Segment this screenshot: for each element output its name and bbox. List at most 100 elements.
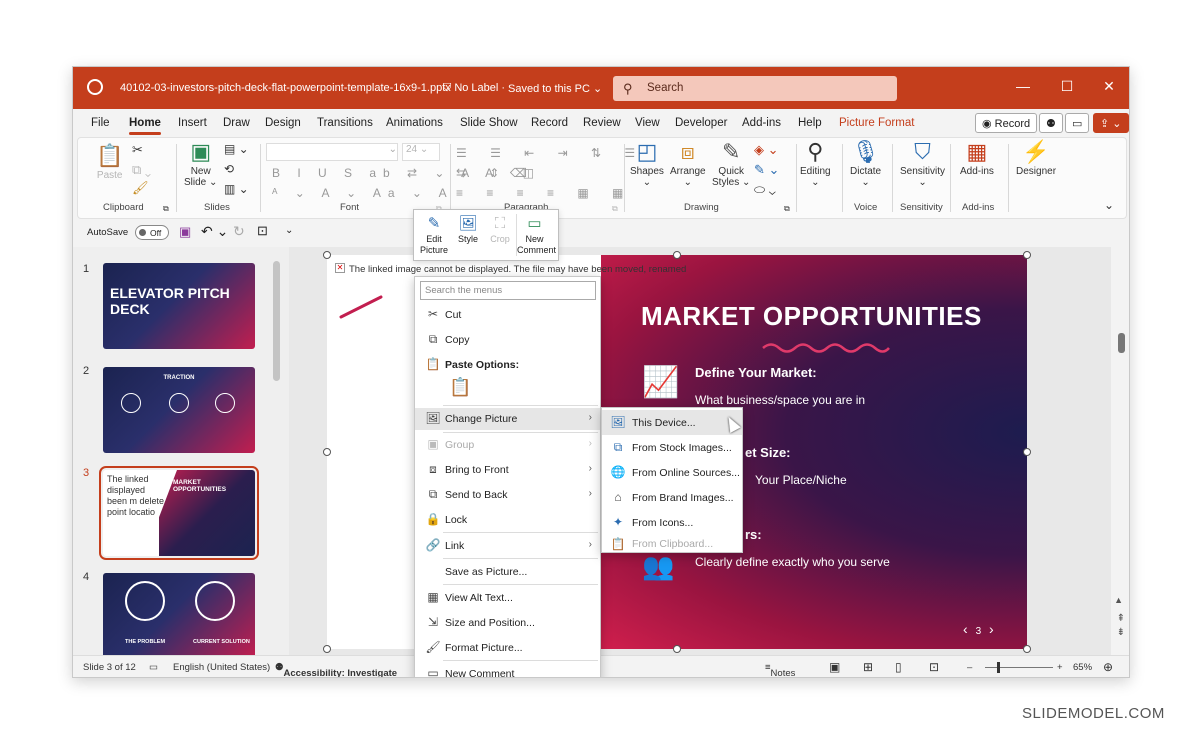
tab-help[interactable]: Help [798, 117, 822, 129]
resize-handle[interactable] [1023, 251, 1031, 259]
menu-format-picture[interactable]: 🖌 Format Picture... [415, 637, 600, 659]
menu-bring-to-front[interactable]: ⧈ Bring to Front › [415, 459, 600, 481]
resize-handle[interactable] [673, 251, 681, 259]
cut-icon[interactable]: ✂ [132, 142, 143, 158]
normal-view-icon[interactable]: ▣ [829, 660, 840, 674]
layout-icon[interactable]: ▤ ⌄ [224, 142, 249, 156]
new-comment-button[interactable]: ▭ New Comment [516, 214, 556, 256]
zoom-slider-thumb[interactable] [997, 662, 1000, 673]
save-status[interactable]: Saved to this PC ⌄ [508, 82, 602, 95]
undo-icon[interactable]: ↶ ⌄ [201, 223, 228, 240]
editing-button[interactable]: ⚲ Editing ⌄ [800, 140, 831, 189]
section-icon[interactable]: ▥ ⌄ [224, 182, 249, 196]
sensitivity-label[interactable]: ⛉ No Label · [443, 82, 505, 95]
size-heading[interactable]: et Size: [745, 445, 791, 460]
resize-handle[interactable] [323, 645, 331, 653]
zoom-level[interactable]: 65% [1073, 662, 1092, 673]
font-size-dropdown[interactable]: 24 ⌄ [402, 143, 440, 161]
tab-record[interactable]: Record [531, 117, 568, 129]
present-icon[interactable]: ⊡ [257, 223, 268, 239]
next-arrow-icon[interactable]: › [989, 621, 994, 637]
market-heading[interactable]: Define Your Market: [695, 365, 817, 380]
tab-home[interactable]: Home [129, 117, 161, 135]
resize-handle[interactable] [673, 645, 681, 653]
paste-picture-icon[interactable]: 📋 [449, 377, 471, 398]
tab-add-ins[interactable]: Add-ins [742, 117, 781, 129]
next-slide-icon[interactable]: ⇟ [1117, 627, 1125, 638]
comments-icon[interactable]: ▭ [1065, 113, 1090, 133]
slide-thumb-4[interactable]: THE PROBLEM CURRENT SOLUTION [103, 573, 255, 659]
shapes-button[interactable]: ◰ Shapes ⌄ [630, 140, 664, 189]
menu-send-to-back[interactable]: ⧉ Send to Back › [415, 484, 600, 506]
notes-button[interactable]: ≡ Notes [765, 662, 795, 677]
customize-qat-icon[interactable]: ⌄ [285, 225, 293, 236]
tab-slide-show[interactable]: Slide Show [460, 117, 518, 129]
font-color-buttons[interactable]: ᴬ ⌄ A ⌄ Aa ⌄ A [272, 186, 454, 200]
resize-handle[interactable] [323, 251, 331, 259]
resize-handle[interactable] [1023, 645, 1031, 653]
spell-check-icon[interactable]: ▭ [149, 662, 158, 673]
maximize-button[interactable]: ☐ [1057, 78, 1077, 95]
menu-link[interactable]: 🔗 Link › [415, 535, 600, 557]
tab-insert[interactable]: Insert [178, 117, 207, 129]
tab-view[interactable]: View [635, 117, 660, 129]
shape-effects-icon[interactable]: ⬭ ⌄ [754, 182, 776, 198]
tab-animations[interactable]: Animations [386, 117, 443, 129]
clipboard-launcher-icon[interactable]: ⧉ [163, 204, 169, 214]
paste-button[interactable]: 📋 Paste [96, 144, 123, 182]
menu-change-picture[interactable]: 🖼 Change Picture › [415, 408, 600, 430]
slide-thumb-2[interactable]: TRACTION [103, 367, 255, 453]
slide-sorter-icon[interactable]: ⊞ [863, 660, 873, 674]
sensitivity-button[interactable]: ⛉ Sensitivity ⌄ [900, 140, 945, 189]
zoom-slider[interactable] [985, 667, 1053, 668]
reading-view-icon[interactable]: ▯ [895, 660, 902, 674]
dictate-button[interactable]: 🎙 Dictate ⌄ [850, 140, 881, 189]
add-ins-button[interactable]: ▦ Add-ins [960, 140, 994, 178]
prev-slide-icon[interactable]: ⇞ [1117, 613, 1125, 624]
submenu-clipboard[interactable]: 📋 From Clipboard... [602, 535, 742, 553]
menu-save-as-picture[interactable]: Save as Picture... [415, 561, 600, 583]
resize-handle[interactable] [1023, 448, 1031, 456]
slide-thumb-1[interactable]: ELEVATOR PITCH DECK [103, 263, 255, 349]
resize-handle[interactable] [323, 448, 331, 456]
reset-icon[interactable]: ⟲ [224, 162, 234, 176]
accessibility-status[interactable]: ⚉ Accessibility: Investigate [275, 662, 397, 677]
menu-copy[interactable]: ⧉ Copy [415, 329, 600, 351]
slide-thumb-3[interactable]: The linked displayed been m delete point… [99, 466, 259, 560]
menu-lock[interactable]: 🔒 Lock [415, 509, 600, 531]
submenu-icons[interactable]: ✦ From Icons... [602, 510, 742, 535]
submenu-stock-images[interactable]: ⧉ From Stock Images... [602, 435, 742, 460]
paragraph-align-buttons[interactable]: ≡ ≡ ≡ ≡ ▦ ▦ [456, 186, 633, 200]
redo-icon[interactable]: ↻ [233, 223, 245, 240]
edit-picture-button[interactable]: ✎ Edit Picture [416, 214, 452, 256]
zoom-in-icon[interactable]: + [1057, 662, 1063, 673]
submenu-online-sources[interactable]: 🌐 From Online Sources... [602, 460, 742, 485]
quick-styles-button[interactable]: ✎ Quick Styles ⌄ [712, 140, 750, 189]
customers-text[interactable]: Clearly define exactly who you serve [695, 555, 890, 569]
menu-size-position[interactable]: ⇲ Size and Position... [415, 612, 600, 634]
fit-slide-icon[interactable]: ⊕ [1103, 660, 1113, 674]
tab-draw[interactable]: Draw [223, 117, 250, 129]
shape-outline-icon[interactable]: ✎ ⌄ [754, 162, 779, 178]
language[interactable]: English (United States) [173, 662, 270, 673]
coauthor-icon[interactable]: ⚉ [1039, 113, 1063, 133]
save-icon[interactable]: ▣ [179, 224, 191, 240]
copy-icon[interactable]: ⧉ ⌄ [132, 162, 151, 178]
customers-heading[interactable]: rs: [745, 527, 762, 542]
style-button[interactable]: 🖼 Style [450, 214, 486, 245]
paragraph-direction-buttons[interactable]: ⇆ ⇕ ◫ [456, 166, 544, 180]
font-name-dropdown[interactable]: ⌄ [266, 143, 398, 161]
paragraph-list-buttons[interactable]: ☰ ☰ ⇤ ⇥ ⇅ ☰ [456, 146, 645, 160]
designer-button[interactable]: ⚡ Designer [1016, 140, 1056, 178]
collapse-ribbon-icon[interactable]: ⌄ [1104, 198, 1114, 212]
record-button[interactable]: ◉ Record [975, 113, 1038, 133]
menu-group[interactable]: ▣ Group › [415, 434, 600, 456]
minimize-button[interactable]: — [1013, 78, 1033, 94]
zoom-out-icon[interactable]: – [967, 662, 972, 673]
tab-picture-format[interactable]: Picture Format [839, 117, 914, 129]
menu-view-alt-text[interactable]: ▦ View Alt Text... [415, 587, 600, 609]
market-text[interactable]: What business/space you are in [695, 393, 865, 407]
tab-review[interactable]: Review [583, 117, 621, 129]
tab-developer[interactable]: Developer [675, 117, 727, 129]
slideshow-icon[interactable]: ⊡ [929, 660, 939, 674]
